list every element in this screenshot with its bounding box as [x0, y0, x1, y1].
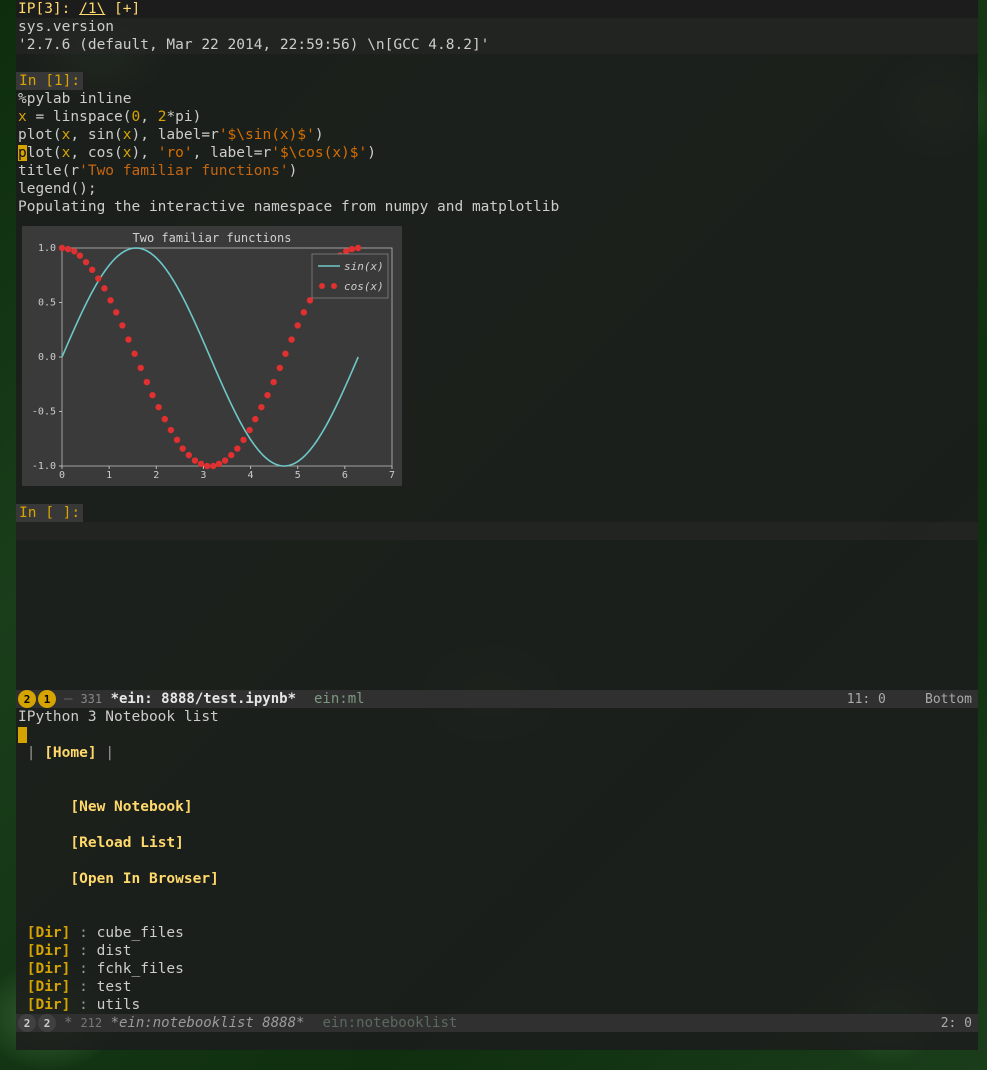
svg-text:6: 6	[342, 470, 348, 481]
dir-name[interactable]: fchk_files	[97, 961, 184, 977]
svg-text:2: 2	[153, 470, 159, 481]
svg-text:-0.5: -0.5	[32, 407, 56, 418]
tab-add-button[interactable]: [+]	[114, 1, 140, 17]
code-line[interactable]: plot(x, cos(x), 'ro', label=r'$\cos(x)$'…	[18, 144, 976, 162]
notebook-pane[interactable]: IP[3]: /1\ [+] sys.version '2.7.6 (defau…	[16, 0, 978, 690]
ml-line-count: 212	[80, 1016, 102, 1030]
tab-prefix: IP[3]:	[18, 1, 79, 17]
buffer-name[interactable]: *ein:notebooklist 8888*	[111, 1015, 305, 1031]
blank-line	[16, 486, 978, 504]
cursor: p	[18, 145, 27, 161]
major-mode: ein:ml	[314, 691, 365, 707]
window-badge: 2	[18, 1014, 36, 1032]
dir-button[interactable]: [Dir]	[27, 925, 71, 941]
home-link[interactable]: [Home]	[44, 745, 96, 761]
ml-star: *	[64, 1015, 72, 1031]
tab-active[interactable]: /1\	[79, 1, 105, 17]
blank-line	[16, 54, 978, 72]
cell-1-prompt: In [1]:	[16, 72, 83, 90]
svg-text:sin(x): sin(x)	[344, 260, 384, 273]
reload-list-button[interactable]: [Reload List]	[70, 835, 184, 851]
svg-text:0.5: 0.5	[38, 298, 56, 309]
matplotlib-plot: Two familiar functions -1.0 -0.5 0.0 0.5 1.0…	[22, 226, 402, 486]
minibuffer[interactable]	[16, 1032, 978, 1050]
svg-text:4: 4	[248, 470, 254, 481]
code-line[interactable]: title(r'Two familiar functions')	[18, 162, 976, 180]
code-line[interactable]: legend();	[18, 180, 976, 198]
svg-text:0.0: 0.0	[38, 352, 56, 363]
modeline-bottom[interactable]: 2 2 * 212 *ein:notebooklist 8888* ein:no…	[16, 1014, 978, 1032]
plot-title: Two familiar functions	[133, 231, 292, 245]
code-line[interactable]: x = linspace(0, 2*pi)	[18, 108, 976, 126]
svg-text:-1.0: -1.0	[32, 461, 56, 472]
svg-text:7: 7	[389, 470, 395, 481]
dir-button[interactable]: [Dir]	[27, 961, 71, 977]
cell-0-output: sys.version '2.7.6 (default, Mar 22 2014…	[16, 18, 978, 54]
chevron-icon	[371, 690, 381, 708]
cell-2-body[interactable]	[16, 522, 978, 540]
modeline-top[interactable]: 2 1 — 331 *ein: 8888/test.ipynb* ein:ml …	[16, 690, 978, 708]
chevron-icon	[463, 1014, 473, 1032]
tab-bar[interactable]: IP[3]: /1\ [+]	[16, 0, 978, 18]
svg-text:3: 3	[200, 470, 206, 481]
window-badge: 2	[38, 1014, 56, 1032]
buffer-name[interactable]: *ein: 8888/test.ipynb*	[111, 691, 296, 707]
open-in-browser-button[interactable]: [Open In Browser]	[70, 871, 218, 887]
cursor-position: 11: 0	[847, 692, 886, 707]
window-badge: 1	[38, 690, 56, 708]
emacs-frame: IP[3]: /1\ [+] sys.version '2.7.6 (defau…	[16, 0, 978, 1050]
svg-text:0: 0	[59, 470, 65, 481]
code-line[interactable]: plot(x, sin(x), label=r'$\sin(x)$')	[18, 126, 976, 144]
dir-name[interactable]: cube_files	[97, 925, 184, 941]
cell-2-prompt[interactable]: In [ ]:	[16, 504, 83, 522]
dir-name[interactable]: dist	[97, 943, 132, 959]
svg-text:1.0: 1.0	[38, 243, 56, 254]
notebooklist-title: IPython 3 Notebook list	[18, 708, 976, 726]
dir-button[interactable]: [Dir]	[27, 943, 71, 959]
notebooklist-pane[interactable]: IPython 3 Notebook list | [Home] | [New …	[16, 708, 978, 1014]
dir-name[interactable]: test	[97, 979, 132, 995]
dir-button[interactable]: [Dir]	[27, 997, 71, 1013]
plot-legend: sin(x) cos(x)	[312, 254, 388, 298]
svg-text:cos(x): cos(x)	[344, 280, 384, 293]
window-badge: 2	[18, 690, 36, 708]
plot-svg: Two familiar functions -1.0 -0.5 0.0 0.5 1.0…	[22, 226, 402, 486]
code-line[interactable]: %pylab inline	[18, 90, 976, 108]
output-line: '2.7.6 (default, Mar 22 2014, 22:59:56) …	[18, 36, 976, 54]
scroll-position: Bottom	[925, 692, 972, 707]
cell-1-code[interactable]: %pylab inline x = linspace(0, 2*pi) plot…	[16, 90, 978, 198]
cell-1-stdout: Populating the interactive namespace fro…	[16, 198, 978, 216]
dir-button[interactable]: [Dir]	[27, 979, 71, 995]
cursor	[18, 727, 27, 743]
dir-name[interactable]: utils	[97, 997, 141, 1013]
cursor-position: 2: 0	[941, 1016, 972, 1031]
svg-text:5: 5	[295, 470, 301, 481]
ml-dash: —	[64, 691, 72, 707]
svg-text:1: 1	[106, 470, 112, 481]
new-notebook-button[interactable]: [New Notebook]	[70, 799, 192, 815]
major-mode: ein:notebooklist	[322, 1015, 457, 1031]
output-line: sys.version	[18, 18, 976, 36]
ml-line-count: 331	[80, 692, 102, 706]
